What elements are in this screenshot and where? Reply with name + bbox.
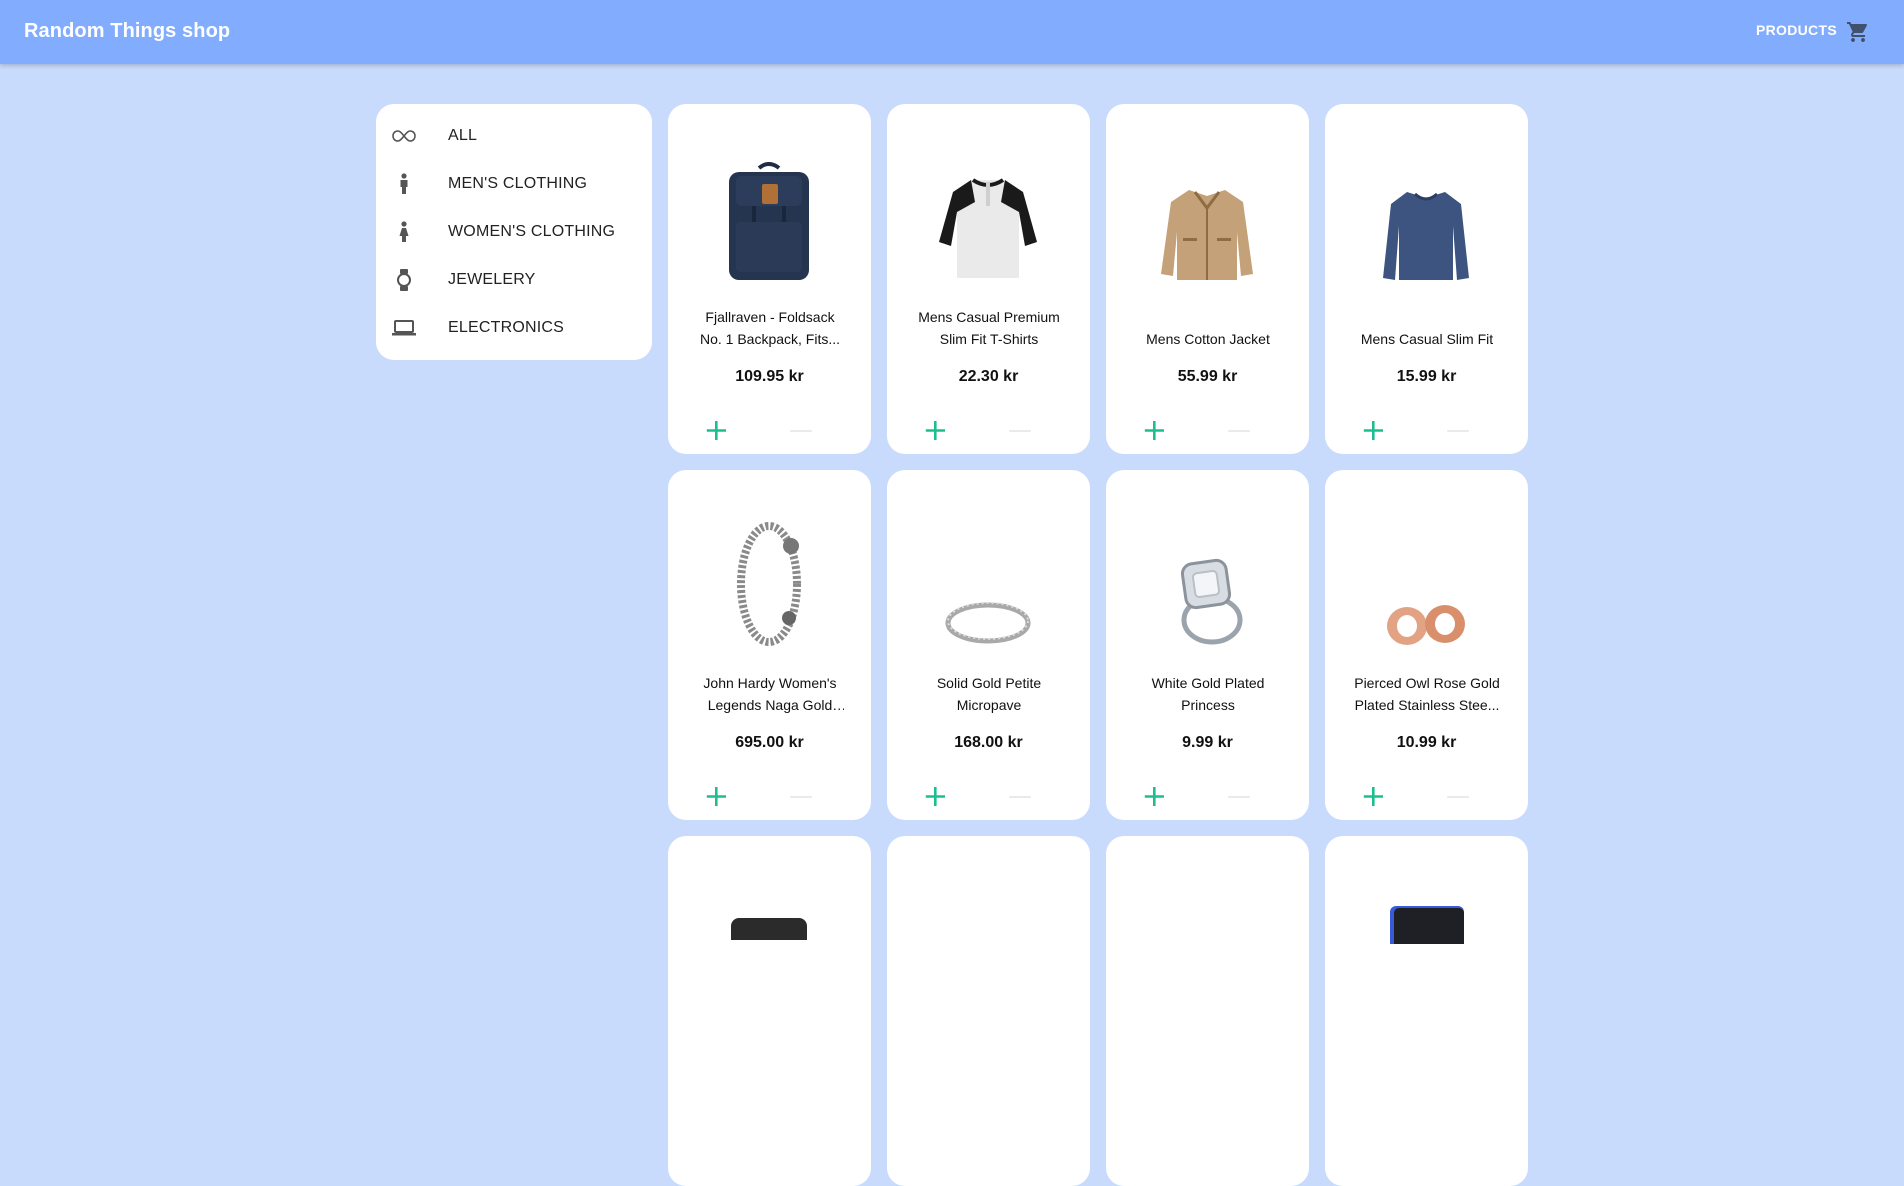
category-label: ALL (448, 127, 478, 144)
product-name: Mens Casual Premium Slim Fit T-Shirts (918, 309, 1060, 347)
product-name: Pierced Owl Rose Gold Plated Stainless S… (1354, 675, 1500, 713)
quantity-placeholder (1009, 796, 1031, 798)
category-jewelery[interactable]: JEWELERY (376, 256, 652, 304)
infinity-icon (390, 124, 418, 148)
add-icon[interactable] (923, 418, 947, 442)
product-image-ssd[interactable] (1361, 904, 1491, 944)
add-icon[interactable] (1361, 784, 1385, 808)
quantity-placeholder (790, 796, 812, 798)
quantity-placeholder (1009, 430, 1031, 432)
category-sidebar: ALL MEN'S CLOTHING WOMEN'S CLOTHING JEWE… (376, 104, 652, 360)
products-nav-link[interactable]: PRODUCTS (1756, 22, 1837, 38)
add-icon[interactable] (1142, 418, 1166, 442)
product-card[interactable] (1325, 836, 1528, 1186)
product-image-sweater[interactable] (1361, 152, 1491, 282)
product-card[interactable]: Pierced Owl Rose Gold Plated Stainless S… (1325, 470, 1528, 820)
product-image-backpack[interactable] (704, 152, 834, 282)
category-all[interactable]: ALL (376, 112, 652, 160)
quantity-placeholder (790, 430, 812, 432)
product-price: 55.99 kr (1177, 368, 1238, 385)
product-price: 109.95 kr (735, 368, 804, 385)
product-name: White Gold Plated Princess (1151, 675, 1265, 713)
app-bar: Random Things shop PRODUCTS (0, 0, 1904, 64)
woman-icon (390, 220, 418, 244)
product-image-plugs[interactable] (1361, 518, 1491, 648)
man-icon (390, 172, 418, 196)
product-image-ring[interactable] (923, 518, 1053, 648)
product-name: Solid Gold Petite Micropave (936, 675, 1042, 713)
add-icon[interactable] (1142, 784, 1166, 808)
product-price: 695.00 kr (735, 734, 804, 751)
product-price: 15.99 kr (1396, 368, 1457, 385)
product-name: John Hardy Women's Legends Naga Gold &..… (703, 675, 837, 713)
add-icon[interactable] (704, 784, 728, 808)
quantity-placeholder (1447, 796, 1469, 798)
product-card[interactable]: Mens Cotton Jacket 55.99 kr (1106, 104, 1309, 454)
category-womens-clothing[interactable]: WOMEN'S CLOTHING (376, 208, 652, 256)
product-price: 10.99 kr (1396, 734, 1457, 751)
app-title[interactable]: Random Things shop (24, 20, 230, 43)
product-image-henley-shirt[interactable] (923, 152, 1053, 282)
product-name: Mens Casual Slim Fit (1360, 331, 1494, 347)
product-image-hard-drive[interactable] (704, 916, 834, 940)
add-icon[interactable] (923, 784, 947, 808)
product-card[interactable]: Mens Casual Premium Slim Fit T-Shirts 22… (887, 104, 1090, 454)
product-card[interactable] (1106, 836, 1309, 1186)
product-price: 9.99 kr (1182, 734, 1233, 751)
category-label: ELECTRONICS (448, 319, 564, 336)
category-mens-clothing[interactable]: MEN'S CLOTHING (376, 160, 652, 208)
product-price: 168.00 kr (954, 734, 1023, 751)
product-card[interactable]: Fjallraven - Foldsack No. 1 Backpack, Fi… (668, 104, 871, 454)
product-price: 22.30 kr (958, 368, 1019, 385)
quantity-placeholder (1228, 796, 1250, 798)
product-card[interactable]: John Hardy Women's Legends Naga Gold &..… (668, 470, 871, 820)
product-card[interactable]: Mens Casual Slim Fit 15.99 kr (1325, 104, 1528, 454)
quantity-placeholder (1228, 430, 1250, 432)
product-image-jacket[interactable] (1142, 152, 1272, 282)
product-image-diamond-ring[interactable] (1142, 518, 1272, 648)
product-card[interactable] (668, 836, 871, 1186)
shopping-cart-icon[interactable] (1846, 20, 1870, 44)
category-label: MEN'S CLOTHING (448, 175, 588, 192)
add-icon[interactable] (704, 418, 728, 442)
product-card[interactable] (887, 836, 1090, 1186)
quantity-placeholder (1447, 430, 1469, 432)
product-card[interactable]: Solid Gold Petite Micropave 168.00 kr (887, 470, 1090, 820)
product-name: Fjallraven - Foldsack No. 1 Backpack, Fi… (699, 309, 841, 347)
laptop-icon (390, 316, 418, 340)
product-card[interactable]: White Gold Plated Princess 9.99 kr (1106, 470, 1309, 820)
category-label: JEWELERY (448, 271, 536, 288)
watch-icon (390, 268, 418, 292)
category-label: WOMEN'S CLOTHING (448, 223, 616, 240)
product-image-bracelet[interactable] (704, 518, 834, 648)
add-icon[interactable] (1361, 418, 1385, 442)
category-electronics[interactable]: ELECTRONICS (376, 304, 652, 352)
product-name: Mens Cotton Jacket (1146, 331, 1270, 347)
